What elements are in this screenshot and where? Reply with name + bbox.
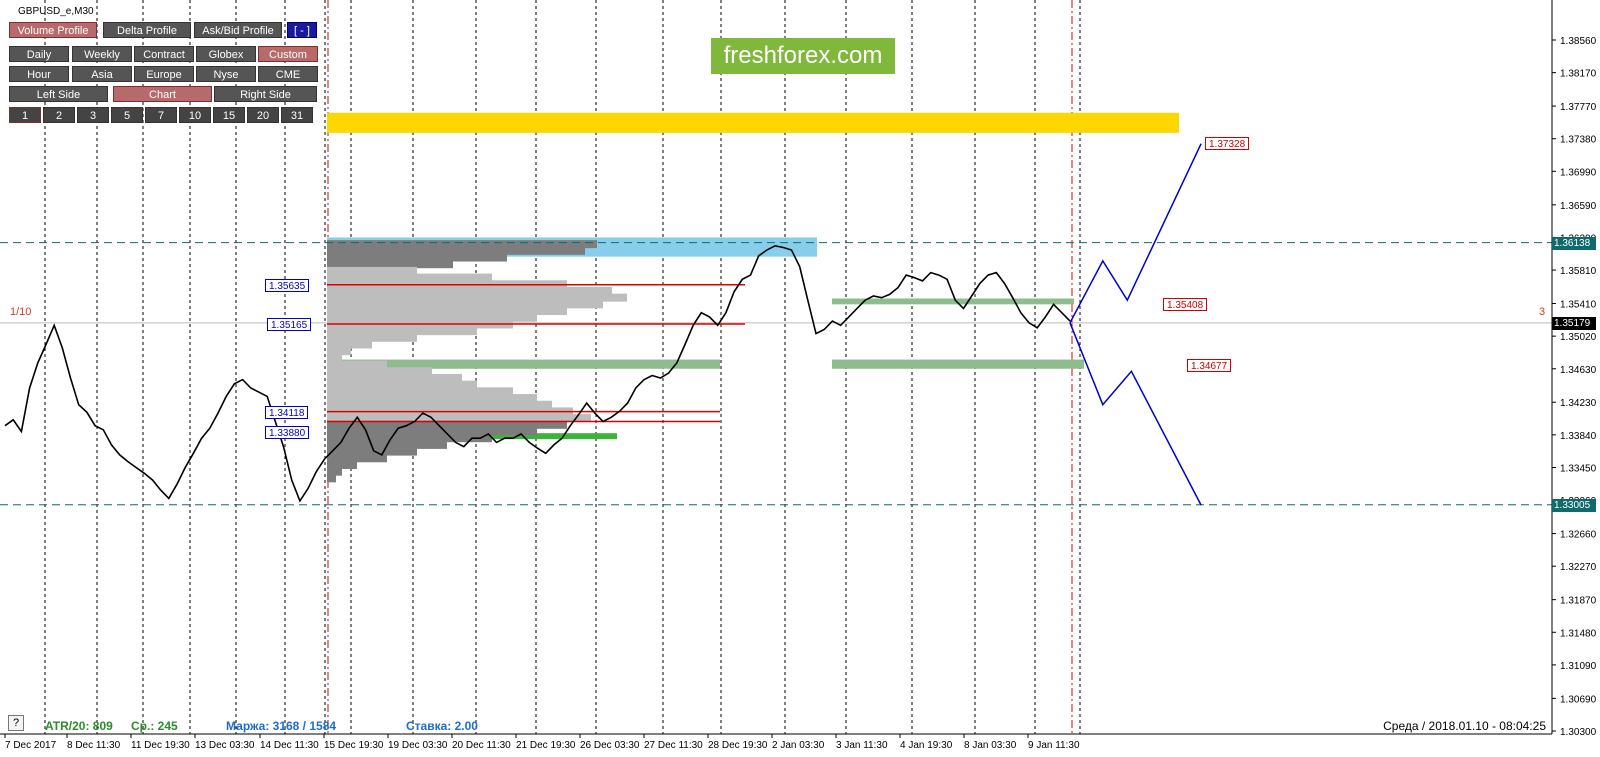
panel-button-weekly[interactable]: Weekly	[72, 46, 132, 62]
current-price-label: 1.35179	[1552, 316, 1596, 330]
horizontal-lines	[0, 242, 1552, 506]
resistance-zone-yellow	[327, 112, 1179, 133]
panel-button-right-side[interactable]: Right Side	[214, 86, 317, 102]
resistance-price-label: 1.36138	[1552, 236, 1596, 250]
rate-stat: Ставка: 2.00	[406, 719, 478, 733]
avg-stat: Ср.: 245	[131, 719, 178, 733]
support-price-label: 1.33005	[1552, 498, 1596, 512]
price-tick-label: 1.30690	[1560, 694, 1597, 705]
forecast-lines	[1069, 143, 1202, 506]
panel-button-europe[interactable]: Europe	[134, 66, 194, 82]
time-tick-label: 13 Dec 03:30	[195, 740, 255, 751]
time-tick-label: 19 Dec 03:30	[388, 740, 448, 751]
price-tick-label: 1.38170	[1560, 69, 1597, 80]
level-label-right: 1.34677	[1187, 358, 1232, 372]
price-tick-label: 1.37380	[1560, 135, 1597, 146]
level-label-left: 1.34118	[265, 405, 309, 419]
time-tick-label: 21 Dec 19:30	[516, 740, 576, 751]
volume-bar	[327, 474, 336, 483]
time-tick-label: 8 Dec 11:30	[67, 740, 121, 751]
price-tick-label: 1.35020	[1560, 332, 1597, 343]
level-label-left: 1.33880	[265, 425, 310, 439]
panel-button-31[interactable]: 31	[281, 107, 313, 123]
level-label-left: 1.35635	[265, 278, 310, 292]
symbol-label: GBPUSD_e,M30	[18, 6, 94, 17]
panel-button-[interactable]: [ - ]	[287, 22, 317, 38]
panel-button-chart[interactable]: Chart	[113, 86, 212, 102]
level-label-left: 1.35165	[267, 318, 312, 331]
price-tick-label: 1.33840	[1560, 431, 1597, 442]
price-tick-label: 1.34630	[1560, 365, 1597, 376]
time-tick-label: 20 Dec 11:30	[452, 740, 511, 751]
panel-button-globex[interactable]: Globex	[196, 46, 256, 62]
atr-stat: ATR/20: 809	[45, 719, 113, 733]
level-label-right: 1.37328	[1205, 137, 1250, 151]
price-tick-label: 1.37770	[1560, 102, 1597, 113]
panel-button-cme[interactable]: CME	[258, 66, 318, 82]
price-tick-label: 1.35810	[1560, 266, 1597, 277]
time-tick-label: 9 Jan 11:30	[1028, 740, 1080, 751]
right-number: 3	[1539, 306, 1546, 318]
price-tick-label: 1.31090	[1560, 661, 1597, 672]
price-tick-label: 1.32270	[1560, 562, 1597, 573]
level-label-right: 1.35408	[1163, 297, 1208, 311]
help-button[interactable]: ?	[8, 715, 24, 731]
time-tick-label: 26 Dec 03:30	[580, 740, 640, 751]
panel-button-7[interactable]: 7	[145, 107, 177, 123]
price-tick-label: 1.36990	[1560, 167, 1597, 178]
time-tick-label: 7 Dec 2017	[5, 740, 57, 751]
panel-button-ask-bid-profile[interactable]: Ask/Bid Profile	[194, 22, 282, 38]
panel-button-delta-profile[interactable]: Delta Profile	[103, 22, 191, 38]
panel-button-1[interactable]: 1	[9, 107, 41, 123]
price-tick-label: 1.33450	[1560, 463, 1597, 474]
price-tick-label: 1.31870	[1560, 596, 1597, 607]
time-tick-label: 8 Jan 03:30	[964, 740, 1017, 751]
margin-stat: Маржа: 3168 / 1584	[226, 719, 337, 733]
zone-green-right	[832, 359, 1084, 369]
price-tick-label: 1.32660	[1560, 530, 1597, 541]
time-tick-label: 15 Dec 19:30	[324, 740, 384, 751]
price-tick-label: 1.38560	[1560, 36, 1597, 47]
panel-button-hour[interactable]: Hour	[9, 66, 69, 82]
time-tick-label: 3 Jan 11:30	[836, 740, 888, 751]
panel-button-15[interactable]: 15	[213, 107, 245, 123]
price-tick-label: 1.36590	[1560, 201, 1597, 212]
forecast-down-line	[1069, 322, 1202, 506]
server-datetime: Среда / 2018.01.10 - 08:04:25	[1383, 719, 1546, 733]
panel-button-5[interactable]: 5	[111, 107, 143, 123]
panel-button-volume-profile[interactable]: Volume Profile	[9, 22, 97, 38]
time-tick-label: 11 Dec 19:30	[131, 740, 190, 751]
panel-button-nyse[interactable]: Nyse	[196, 66, 256, 82]
panel-button-2[interactable]: 2	[43, 107, 75, 123]
time-tick-label: 4 Jan 19:30	[900, 740, 953, 751]
panel-button-custom[interactable]: Custom	[258, 46, 318, 62]
price-tick-label: 1.31480	[1560, 628, 1597, 639]
time-tick-label: 14 Dec 11:30	[260, 740, 319, 751]
panel-button-daily[interactable]: Daily	[9, 46, 69, 62]
panel-button-3[interactable]: 3	[77, 107, 109, 123]
panel-button-10[interactable]: 10	[179, 107, 211, 123]
panel-button-contract[interactable]: Contract	[134, 46, 194, 62]
fraction-label: 1/10	[10, 306, 32, 318]
time-tick-label: 28 Dec 19:30	[708, 740, 768, 751]
panel-button-asia[interactable]: Asia	[72, 66, 132, 82]
panel-button-left-side[interactable]: Left Side	[9, 86, 108, 102]
freshforex-logo: freshforex.com	[711, 38, 895, 74]
price-tick-label: 1.30300	[1560, 727, 1597, 738]
forecast-up-line	[1069, 143, 1202, 324]
price-tick-label: 1.35410	[1560, 300, 1597, 311]
time-tick-label: 2 Jan 03:30	[772, 740, 825, 751]
time-tick-label: 27 Dec 11:30	[644, 740, 703, 751]
panel-button-20[interactable]: 20	[247, 107, 279, 123]
price-tick-label: 1.34230	[1560, 398, 1597, 409]
